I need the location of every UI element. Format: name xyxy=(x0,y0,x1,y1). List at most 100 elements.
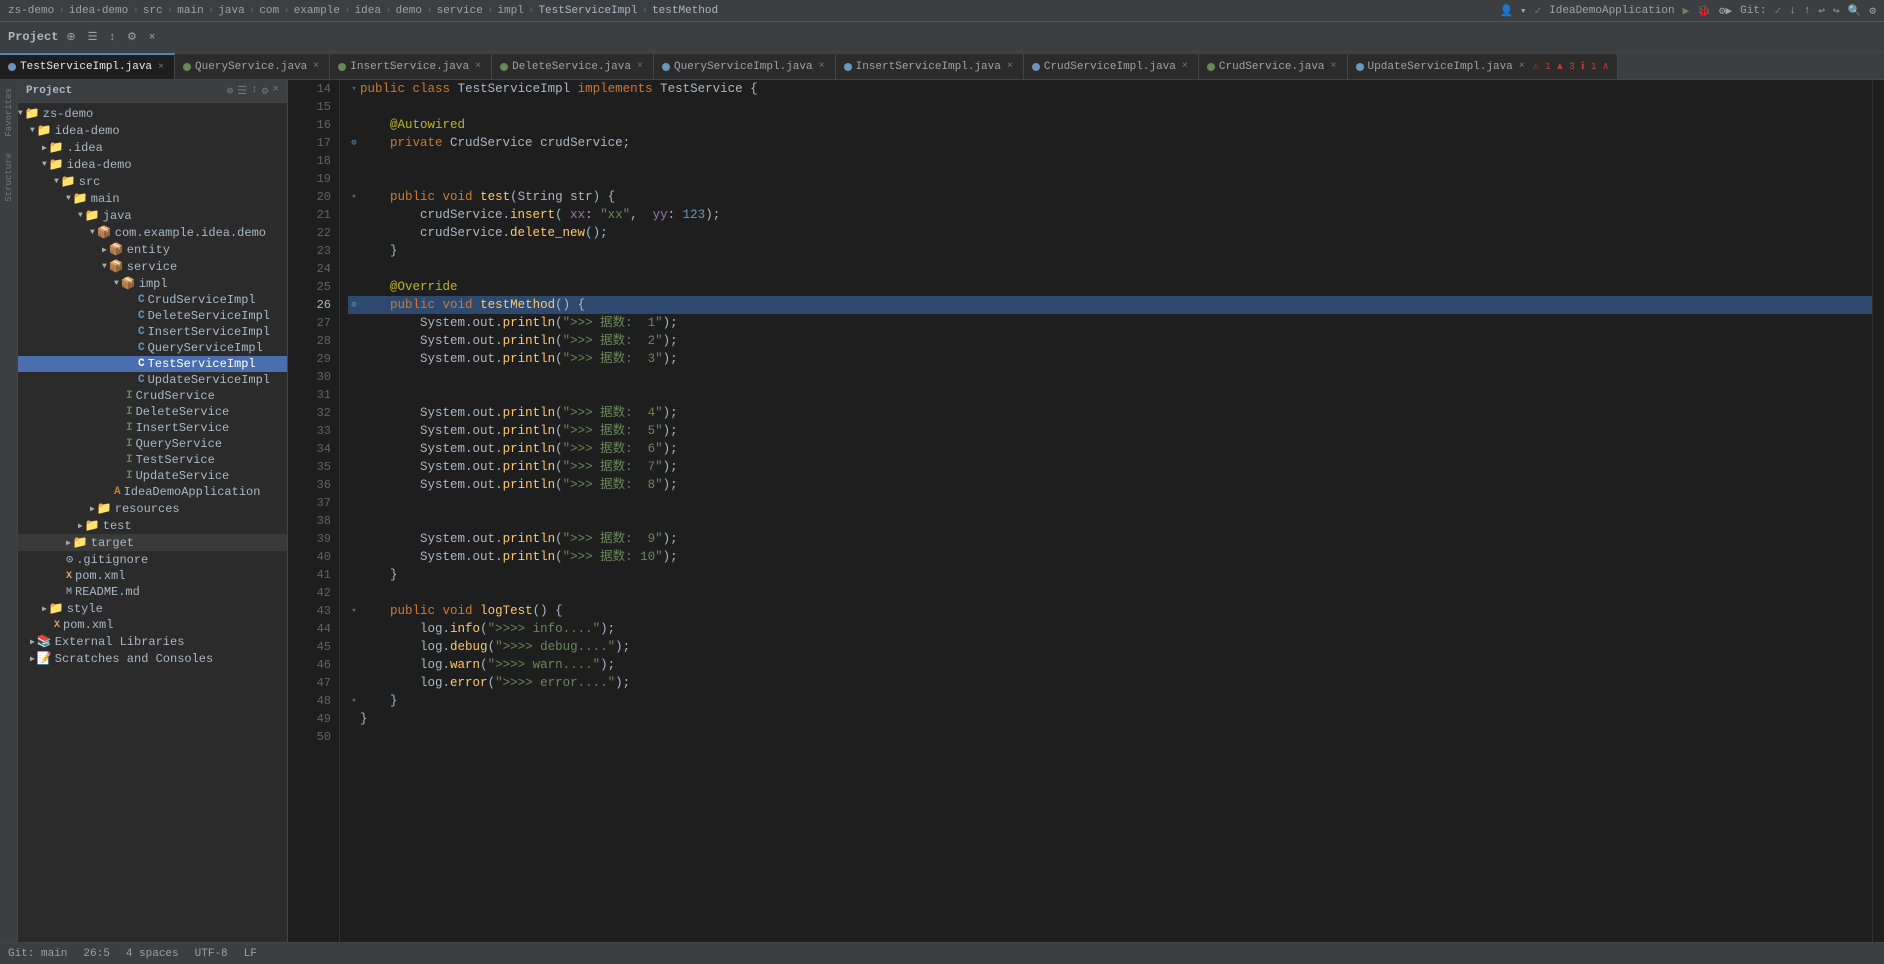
breadcrumb: zs-demo › idea-demo › src › main › java … xyxy=(8,5,718,17)
tree-item-zs-demo[interactable]: ▼ 📁 zs-demo xyxy=(18,105,287,122)
tree-new-icon[interactable]: ⊕ xyxy=(227,84,234,98)
tree-item-entity[interactable]: ▶ 📦 entity xyxy=(18,241,287,258)
tree-item-package[interactable]: ▼ 📦 com.example.idea.demo xyxy=(18,224,287,241)
tree-item-scratches[interactable]: ▶ 📝 Scratches and Consoles xyxy=(18,650,287,667)
undo-btn[interactable]: ↩ xyxy=(1818,4,1825,18)
breadcrumb-demo[interactable]: demo xyxy=(396,5,422,17)
tree-item-idea[interactable]: ▶ 📁 .idea xyxy=(18,139,287,156)
fold-43[interactable]: ▾ xyxy=(348,602,360,620)
tree-item-QueryServiceImpl[interactable]: C QueryServiceImpl xyxy=(18,340,287,356)
tab-close-InsertService[interactable]: × xyxy=(473,61,483,72)
tree-item-test[interactable]: ▶ 📁 test xyxy=(18,517,287,534)
sidebar-structure[interactable]: Structure xyxy=(2,149,16,206)
code-editor[interactable]: 14 15 16 17 18 19 20 21 22 23 24 25 26 2… xyxy=(288,80,1884,942)
run-with-coverage[interactable]: ⚙▶ xyxy=(1719,4,1732,18)
tree-gear-icon[interactable]: ⚙ xyxy=(262,84,269,98)
breadcrumb-com[interactable]: com xyxy=(259,5,279,17)
fold-48[interactable]: ▾ xyxy=(348,692,360,710)
fold-26[interactable]: ⊙ xyxy=(348,296,360,314)
search-btn[interactable]: 🔍 xyxy=(1848,4,1862,18)
tree-item-service[interactable]: ▼ 📦 service xyxy=(18,258,287,275)
tree-item-target[interactable]: ▶ 📁 target xyxy=(18,534,287,551)
breadcrumb-java[interactable]: java xyxy=(218,5,244,17)
tree-list-icon[interactable]: ☰ xyxy=(237,84,247,98)
breadcrumb-idea[interactable]: idea xyxy=(355,5,381,17)
breadcrumb-example[interactable]: example xyxy=(294,5,340,17)
structure-btn[interactable]: ☰ xyxy=(84,28,102,45)
tree-item-TestService[interactable]: I TestService xyxy=(18,452,287,468)
tree-item-style[interactable]: ▶ 📁 style xyxy=(18,600,287,617)
tree-item-java[interactable]: ▼ 📁 java xyxy=(18,207,287,224)
tree-item-UpdateServiceImpl[interactable]: C UpdateServiceImpl xyxy=(18,372,287,388)
tree-item-pom-inner[interactable]: X pom.xml xyxy=(18,568,287,584)
user-icon[interactable]: 👤 ▾ xyxy=(1500,4,1527,18)
tree-item-readme[interactable]: M README.md xyxy=(18,584,287,600)
tree-sort-icon[interactable]: ↕ xyxy=(251,84,258,98)
breadcrumb-zs-demo[interactable]: zs-demo xyxy=(8,5,54,17)
sidebar-favorites[interactable]: Favorites xyxy=(2,84,16,141)
tree-item-main[interactable]: ▼ 📁 main xyxy=(18,190,287,207)
tab-close-CrudServiceImpl[interactable]: × xyxy=(1180,61,1190,72)
breadcrumb-src[interactable]: src xyxy=(143,5,163,17)
tab-close-QueryServiceImpl[interactable]: × xyxy=(817,61,827,72)
tree-item-idea-demo-sub[interactable]: ▼ 📁 idea-demo xyxy=(18,156,287,173)
git-update[interactable]: ↓ xyxy=(1789,5,1796,17)
tab-TestServiceImpl[interactable]: TestServiceImpl.java × xyxy=(0,53,175,79)
settings-btn[interactable]: ⚙ xyxy=(1869,4,1876,18)
tree-item-CrudServiceImpl[interactable]: C CrudServiceImpl xyxy=(18,292,287,308)
tree-item-idea-demo[interactable]: ▼ 📁 idea-demo xyxy=(18,122,287,139)
tab-close-CrudService[interactable]: × xyxy=(1329,61,1339,72)
tab-QueryService[interactable]: QueryService.java × xyxy=(175,53,330,79)
tree-item-UpdateService[interactable]: I UpdateService xyxy=(18,468,287,484)
breadcrumb-main[interactable]: main xyxy=(177,5,203,17)
tree-item-src[interactable]: ▼ 📁 src xyxy=(18,173,287,190)
tree-item-resources[interactable]: ▶ 📁 resources xyxy=(18,500,287,517)
tree-item-DeleteServiceImpl[interactable]: C DeleteServiceImpl xyxy=(18,308,287,324)
tab-DeleteService[interactable]: DeleteService.java × xyxy=(492,53,654,79)
breadcrumb-method[interactable]: testMethod xyxy=(652,5,718,17)
close-tree-btn[interactable]: × xyxy=(145,29,159,45)
fold-14[interactable]: ▾ xyxy=(348,80,360,98)
tree-item-TestServiceImpl[interactable]: C TestServiceImpl xyxy=(18,356,287,372)
redo-btn[interactable]: ↪ xyxy=(1833,4,1840,18)
git-push[interactable]: ↑ xyxy=(1804,5,1811,17)
breadcrumb-active-file[interactable]: TestServiceImpl xyxy=(538,5,637,17)
fold-20[interactable]: ▾ xyxy=(348,188,360,206)
tree-item-ext-libs[interactable]: ▶ 📚 External Libraries xyxy=(18,633,287,650)
tab-CrudServiceImpl[interactable]: CrudServiceImpl.java × xyxy=(1024,53,1199,79)
tree-item-DeleteService[interactable]: I DeleteService xyxy=(18,404,287,420)
tab-CrudService[interactable]: CrudService.java × xyxy=(1199,53,1348,79)
tab-UpdateServiceImpl[interactable]: UpdateServiceImpl.java × ⚠ 1 ▲ 3 ℹ 1 ∧ xyxy=(1348,53,1618,79)
tab-close-TestServiceImpl[interactable]: × xyxy=(156,62,166,73)
breadcrumb-idea-demo[interactable]: idea-demo xyxy=(69,5,128,17)
code-line-38 xyxy=(348,512,1872,530)
sort-btn[interactable]: ↕ xyxy=(106,29,120,45)
new-file-btn[interactable]: ⊕ xyxy=(62,28,79,45)
tab-close-DeleteService[interactable]: × xyxy=(635,61,645,72)
tree-item-InsertService[interactable]: I InsertService xyxy=(18,420,287,436)
run-config[interactable]: IdeaDemoApplication xyxy=(1549,5,1674,17)
tree-item-pom-outer[interactable]: X pom.xml xyxy=(18,617,287,633)
tree-item-InsertServiceImpl[interactable]: C InsertServiceImpl xyxy=(18,324,287,340)
tab-close-QueryService[interactable]: × xyxy=(311,61,321,72)
status-git[interactable]: Git: main xyxy=(8,948,67,960)
breadcrumb-service[interactable]: service xyxy=(437,5,483,17)
project-label[interactable]: Project xyxy=(8,30,58,44)
tree-item-IdeaDemoApplication[interactable]: A IdeaDemoApplication xyxy=(18,484,287,500)
run-btn[interactable]: ▶ xyxy=(1683,4,1690,18)
tree-item-impl[interactable]: ▼ 📦 impl xyxy=(18,275,287,292)
settings-tree-btn[interactable]: ⚙ xyxy=(123,28,141,45)
tree-body[interactable]: ▼ 📁 zs-demo ▼ 📁 idea-demo ▶ 📁 .idea xyxy=(18,103,287,942)
debug-btn[interactable]: 🐞 xyxy=(1697,4,1711,18)
code-content[interactable]: ▾ public class TestServiceImpl implement… xyxy=(340,80,1872,942)
tab-InsertServiceImpl[interactable]: InsertServiceImpl.java × xyxy=(836,53,1024,79)
tab-InsertService[interactable]: InsertService.java × xyxy=(330,53,492,79)
tab-close-InsertServiceImpl[interactable]: × xyxy=(1005,61,1015,72)
tab-QueryServiceImpl[interactable]: QueryServiceImpl.java × xyxy=(654,53,836,79)
tree-item-CrudService[interactable]: I CrudService xyxy=(18,388,287,404)
breadcrumb-impl[interactable]: impl xyxy=(497,5,523,17)
tab-close-UpdateServiceImpl[interactable]: × xyxy=(1517,61,1527,72)
tree-item-QueryService[interactable]: I QueryService xyxy=(18,436,287,452)
tree-close-icon[interactable]: × xyxy=(272,84,279,98)
tree-item-gitignore[interactable]: ⊙ .gitignore xyxy=(18,551,287,568)
